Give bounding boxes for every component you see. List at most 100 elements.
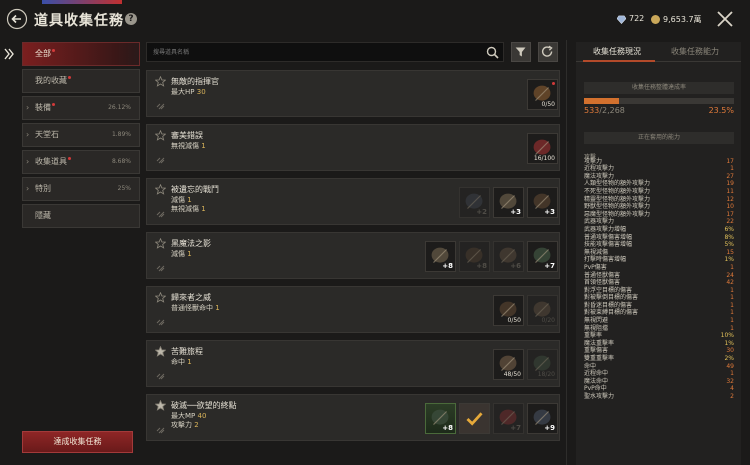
sidebar-item-label: 特別 <box>35 184 51 193</box>
refresh-button[interactable] <box>538 42 558 62</box>
collection-task-card[interactable]: 無敵的指揮官 最大HP 30 0/50 <box>146 70 560 117</box>
ability-stat-label: 普通怪獸傷害 <box>584 271 621 279</box>
status-panel: 收集任務現況 收集任務能力 收集任務整體達成率 533/2,268 23.5% … <box>576 42 741 465</box>
enhance-level: +3 <box>510 208 521 216</box>
item-slot[interactable]: 0/50 <box>527 79 558 110</box>
ability-title: 正在套用的能力 <box>584 132 734 144</box>
ability-stat-label: 無視阻擋 <box>584 324 609 332</box>
ability-stat-value: 24 <box>726 271 734 279</box>
filter-button[interactable] <box>511 42 531 62</box>
reward-value: 1 <box>187 196 192 204</box>
item-slot[interactable]: +9 <box>527 403 558 434</box>
notification-dot <box>68 157 71 160</box>
back-arrow-icon[interactable] <box>6 8 28 30</box>
search-input[interactable] <box>147 43 467 61</box>
item-slot[interactable]: +3 <box>527 187 558 218</box>
sidebar-item[interactable]: 我的收藏 <box>22 69 140 93</box>
item-count: 0/50 <box>507 317 521 324</box>
ability-stat-row: 無視閃避 1 <box>584 317 734 325</box>
ability-stat-value: 1 <box>730 301 734 309</box>
reward-label: 最大MP <box>171 412 196 420</box>
sidebar-item[interactable]: › 收集道具 8.68% <box>22 150 140 174</box>
item-slot[interactable]: 0/50 <box>493 295 524 326</box>
sidebar-item[interactable]: 全部 <box>22 42 140 66</box>
item-slot[interactable]: +8 <box>425 403 456 434</box>
ability-stat-value: 32 <box>726 377 734 385</box>
favorite-star-icon[interactable] <box>154 345 167 357</box>
item-slot[interactable]: 48/50 <box>493 349 524 380</box>
favorite-star-icon[interactable] <box>154 399 167 411</box>
item-slot[interactable]: +8 <box>425 241 456 272</box>
collection-task-card[interactable]: 苦難旅程 命中 1 48/50 18/20 <box>146 340 560 387</box>
link-icon <box>156 427 165 434</box>
tab-collection-ability[interactable]: 收集任務能力 <box>671 46 719 57</box>
item-slot[interactable]: +6 <box>493 241 524 272</box>
ability-stat-row: 無視阻擋 1 <box>584 325 734 333</box>
item-slot[interactable]: 18/20 <box>527 349 558 380</box>
collection-task-card[interactable]: 歸來者之威 普通怪獸命中 1 0/50 0/20 <box>146 286 560 333</box>
ability-stat-label: 對被擊倒目標的傷害 <box>584 294 639 302</box>
ability-stat-value: 10% <box>720 332 734 340</box>
notification-dot <box>52 49 55 52</box>
item-slot[interactable]: +8 <box>459 241 490 272</box>
sidebar-item[interactable]: › 天堂石 1.89% <box>22 123 140 147</box>
sidebar-item-label: 我的收藏 <box>35 76 67 85</box>
ability-stat-label: 無視減傷 <box>584 248 609 256</box>
ability-stat-value: 1 <box>730 294 734 302</box>
item-slot[interactable]: +3 <box>493 187 524 218</box>
item-slot[interactable]: 16/100 <box>527 133 558 164</box>
collection-task-card[interactable]: 黑魔法之影 減傷 1 +8 +8 +6 +7 <box>146 232 560 279</box>
ability-stat-value: 27 <box>726 172 734 180</box>
category-sidebar: 全部 我的收藏 › 裝備 26.12% › 天堂石 1.89% › 收集道具 8.68% › 特別 25%… <box>4 42 140 231</box>
task-name: 審美錯誤 <box>171 131 203 140</box>
collection-task-card[interactable]: 破滅──欲望的終點 最大MP 40 攻擊力 2 +8 +7 +9 <box>146 394 560 441</box>
ability-stat-label: 不死型怪物的額外攻擊力 <box>584 187 651 195</box>
reward-label: 減傷 <box>171 196 185 204</box>
favorite-star-icon[interactable] <box>154 291 167 303</box>
task-name: 破滅──欲望的終點 <box>171 401 237 410</box>
ability-stat-label: 人類型怪物的額外攻擊力 <box>584 180 651 188</box>
ability-stat-value: 2% <box>724 355 734 363</box>
tab-collection-status[interactable]: 收集任務現況 <box>593 46 641 57</box>
sidebar-item[interactable]: › 特別 25% <box>22 177 140 201</box>
ability-stat-value: 1% <box>724 339 734 347</box>
ability-stat-value: 17 <box>726 157 734 165</box>
task-name: 歸來者之威 <box>171 293 211 302</box>
reward-label: 攻擊力 <box>171 421 192 429</box>
ability-stat-row: 普通攻擊傷害增幅 8% <box>584 234 734 242</box>
sidebar-item-label: 隱藏 <box>35 211 51 220</box>
sidebar-item-percent: 8.68% <box>111 158 131 165</box>
item-slot[interactable]: +7 <box>527 241 558 272</box>
favorite-star-icon[interactable] <box>154 129 167 141</box>
ability-stat-value: 1 <box>730 324 734 332</box>
help-icon[interactable]: ? <box>125 13 137 25</box>
item-slot[interactable]: +2 <box>459 187 490 218</box>
item-slot[interactable]: +7 <box>493 403 524 434</box>
close-icon[interactable] <box>716 10 734 28</box>
sidebar-item-label: 天堂石 <box>35 130 59 139</box>
reward-label: 減傷 <box>171 250 185 258</box>
collection-task-card[interactable]: 審美錯誤 無視減傷 1 16/100 <box>146 124 560 171</box>
ability-stat-row: 近程命中 1 <box>584 370 734 378</box>
ability-stat-value: 15 <box>726 248 734 256</box>
favorite-star-icon[interactable] <box>154 183 167 195</box>
sidebar-item-label: 全部 <box>35 49 51 58</box>
item-slot[interactable]: 0/20 <box>527 295 558 326</box>
ability-stat-label: 重擊傷害 <box>584 347 609 355</box>
ability-stat-label: 對被束縛目標的傷害 <box>584 309 639 317</box>
sidebar-item-label: 收集道具 <box>35 157 67 166</box>
ability-stat-row: 對被束縛目標的傷害 1 <box>584 309 734 317</box>
item-slot[interactable] <box>459 403 490 434</box>
favorite-star-icon[interactable] <box>154 75 167 87</box>
task-reward-stat: 減傷 1 <box>171 249 192 259</box>
ability-stat-value: 30 <box>726 347 734 355</box>
search-icon[interactable] <box>486 46 499 59</box>
favorite-star-icon[interactable] <box>154 237 167 249</box>
ability-stat-label: 武器攻擊力 <box>584 218 615 226</box>
panel-divider <box>566 40 567 465</box>
coin-count: 9,653.7萬 <box>663 15 702 24</box>
complete-collection-button[interactable]: 達成收集任務 <box>22 431 133 453</box>
sidebar-item[interactable]: › 裝備 26.12% <box>22 96 140 120</box>
collection-task-card[interactable]: 被遺忘的戰鬥 減傷 1 無視減傷 1 +2 +3 +3 <box>146 178 560 225</box>
sidebar-item[interactable]: 隱藏 <box>22 204 140 228</box>
